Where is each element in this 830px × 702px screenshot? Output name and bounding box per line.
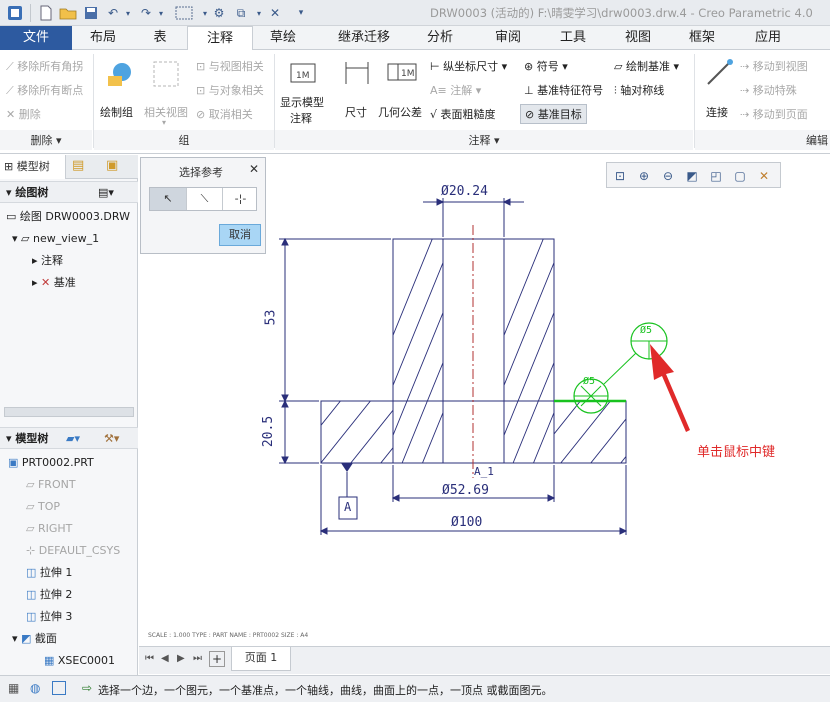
status-bar: ▦ ◍ ⇨ 选择一个边，一个图元，一个基准点，一个轴线，曲线，曲面上的一点，一顶… [0, 675, 830, 702]
status-message: 选择一个边，一个图元，一个基准点，一个轴线，曲线，曲面上的一点，一顶点 或截面图… [98, 684, 553, 697]
datum-target-symbol[interactable] [554, 322, 668, 414]
drawing-graphics [279, 198, 690, 535]
drawing-info-text: SCALE : 1.000 TYPE : PART NAME : PRT0002… [148, 632, 309, 639]
dimension-20-5[interactable] [279, 399, 319, 465]
dialog-close-icon[interactable]: ✕ [249, 162, 259, 176]
previous-page-icon[interactable]: ◀ [161, 653, 169, 664]
globe-icon[interactable]: ◍ [30, 681, 40, 695]
message-arrow-icon: ⇨ [82, 681, 93, 695]
sheet-display-icon[interactable]: ▢ [731, 167, 749, 185]
refit-icon[interactable]: ⊡ [611, 167, 629, 185]
dimension-53[interactable] [279, 237, 391, 403]
reference-type-toolbar: ↖ ⟍ -¦- [149, 187, 257, 211]
first-page-icon[interactable]: ⏮ [145, 653, 154, 664]
repaint-icon[interactable]: ◩ [683, 167, 701, 185]
datum-display-icon[interactable]: ✕ [755, 167, 773, 185]
dimension-top-label: Ø20.24 [441, 184, 488, 199]
dialog-cancel-button[interactable]: 取消 [219, 224, 261, 246]
add-page-icon[interactable]: + [209, 651, 225, 667]
dimension-20-5-label: 20.5 [261, 415, 277, 448]
target-small-label: Ø5 [583, 376, 596, 387]
next-page-icon[interactable]: ▶ [177, 653, 185, 664]
target-callout-label: Ø5 [640, 325, 653, 336]
section-hatching [321, 239, 626, 463]
axis-label: A_1 [474, 465, 494, 478]
select-point-icon[interactable]: -¦- [222, 188, 258, 210]
dimension-53-label: 53 [263, 309, 279, 326]
sheet-bar: ⏮ ◀ ▶ ⏭ + 页面 1 [139, 646, 830, 674]
select-pointer-icon[interactable]: ↖ [150, 188, 186, 210]
zoom-out-icon[interactable]: ⊖ [659, 167, 677, 185]
fullscreen-icon[interactable] [52, 681, 66, 695]
select-reference-dialog: 选择参考 ✕ ↖ ⟍ -¦- 取消 [140, 157, 266, 254]
zoom-in-icon[interactable]: ⊕ [635, 167, 653, 185]
select-edge-icon[interactable]: ⟍ [186, 188, 222, 210]
dimension-52-69-label: Ø52.69 [442, 483, 489, 498]
annotation-arrow [650, 344, 690, 432]
view-toolbar: ⊡ ⊕ ⊖ ◩ ◰ ▢ ✕ [606, 162, 781, 188]
layout-icon[interactable]: ▦ [8, 681, 19, 695]
datum-a-label: A [344, 500, 352, 514]
dialog-title: 选择参考 [179, 166, 223, 179]
display-style-icon[interactable]: ◰ [707, 167, 725, 185]
last-page-icon[interactable]: ⏭ [193, 653, 202, 664]
sheet-tab-page-1[interactable]: 页面 1 [231, 647, 291, 671]
dimension-100-label: Ø100 [451, 515, 483, 530]
annotation-text: 单击鼠标中键 [697, 445, 776, 460]
